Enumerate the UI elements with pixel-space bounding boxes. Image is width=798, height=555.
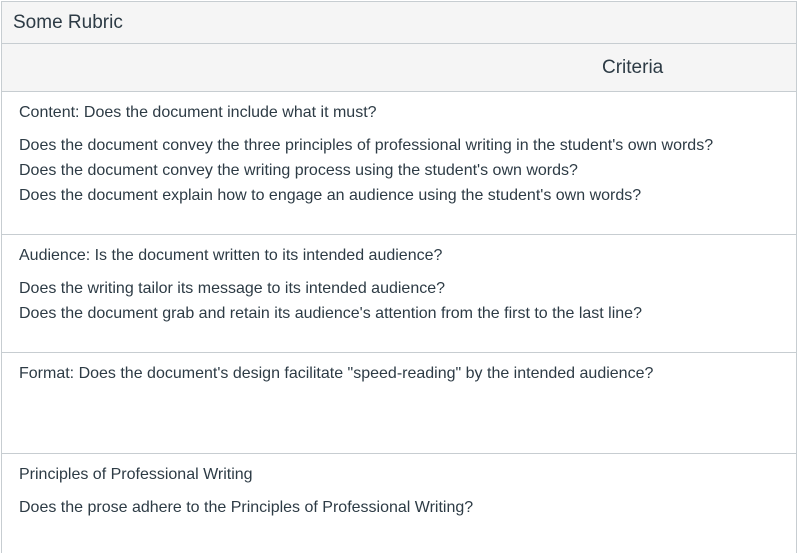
criterion-long-description-line: Does the document explain how to engage … [19, 187, 642, 204]
criterion-row-content: Content: Does the document include what … [2, 92, 796, 235]
criterion-long-description-line: Does the document grab and retain its au… [19, 305, 642, 322]
criterion-row-principles: Principles of Professional Writing Does … [2, 454, 796, 554]
rubric-title: Some Rubric [2, 2, 796, 44]
criterion-long-description-line: Does the document convey the three princ… [19, 137, 714, 154]
criterion-row-audience: Audience: Is the document written to its… [2, 235, 796, 353]
criterion-description: Principles of Professional Writing [19, 466, 253, 483]
criterion-long-description-line: Does the writing tailor its message to i… [19, 280, 446, 297]
criteria-column-header: Criteria [602, 57, 664, 78]
criterion-long-description-line: Does the prose adhere to the Principles … [19, 499, 474, 516]
criterion-description: Audience: Is the document written to its… [19, 247, 443, 264]
criterion-long-description-line: Does the document convey the writing pro… [19, 162, 578, 179]
criterion-description: Format: Does the document's design facil… [19, 365, 654, 382]
criterion-description: Content: Does the document include what … [19, 104, 377, 121]
rubric-header-row: Criteria [2, 44, 796, 92]
rubric-table: Some Rubric Criteria Content: Does the d… [1, 1, 797, 553]
criterion-row-format: Format: Does the document's design facil… [2, 353, 796, 454]
